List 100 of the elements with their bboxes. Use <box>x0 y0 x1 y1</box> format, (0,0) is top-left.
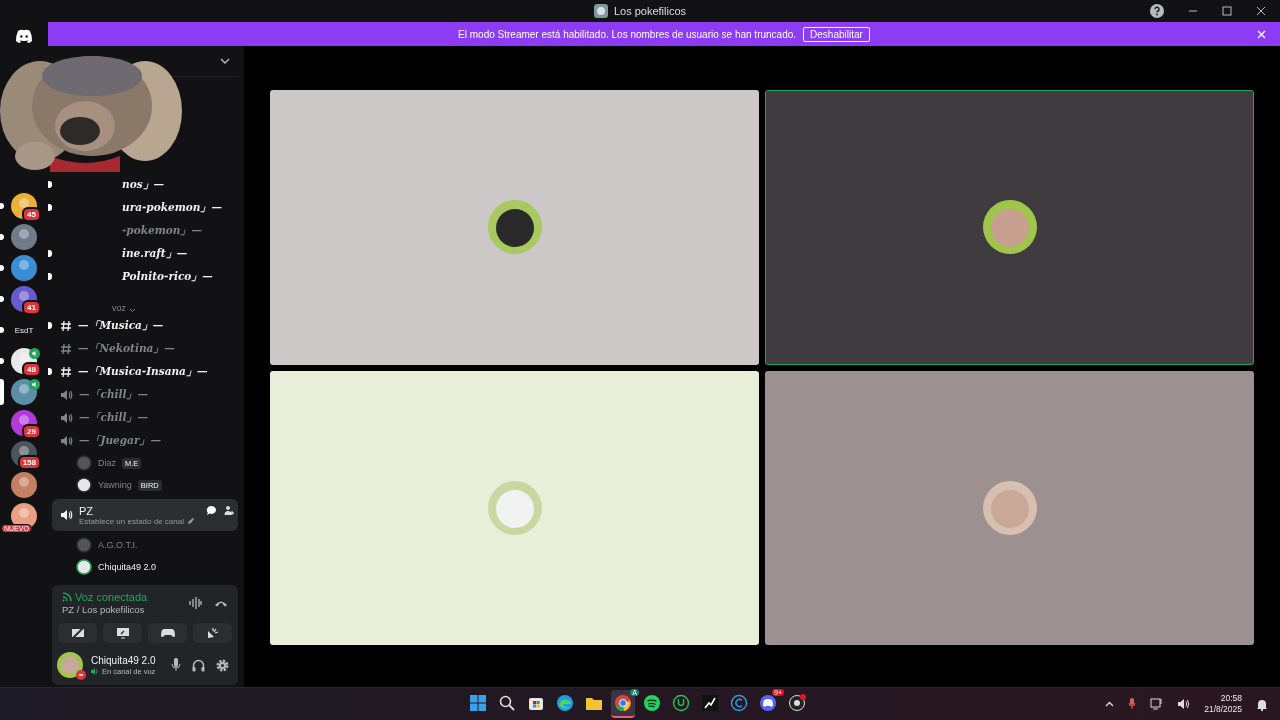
hash-icon <box>60 342 72 355</box>
gamepad-icon <box>160 628 175 638</box>
window-title: Los pokefilicos <box>613 5 687 17</box>
server-item[interactable]: 158 <box>0 441 48 470</box>
dnd-status-icon <box>76 670 86 680</box>
video-tile[interactable] <box>270 370 759 645</box>
channel-item[interactable]: -pokemon」— <box>52 219 238 242</box>
grid-icon <box>469 694 487 712</box>
channel-name: —「Musica-Insana」— <box>78 364 208 379</box>
speaker-icon <box>60 434 73 447</box>
channel-item[interactable]: —「Nekotina」— <box>52 337 238 360</box>
category-label[interactable]: voz <box>112 303 126 313</box>
member-name[interactable]: A.G.O.T.I. <box>98 540 138 550</box>
speaker-icon <box>60 411 73 424</box>
chevron-icon <box>129 308 136 313</box>
member-name[interactable]: Diaz <box>98 458 116 468</box>
channel-name: ine.raft」— <box>122 246 188 261</box>
voice-status: Voz conectada <box>75 591 148 603</box>
channel-name: nos」— <box>122 177 165 192</box>
server-label[interactable]: EsdT <box>14 326 34 335</box>
maximize-icon[interactable] <box>1222 6 1232 16</box>
add-member-icon[interactable] <box>223 505 234 516</box>
video-tile[interactable] <box>765 90 1254 365</box>
screen-share-icon <box>115 627 130 639</box>
speaker-icon <box>91 667 99 675</box>
channel-item[interactable]: —「Juegar」— <box>52 429 238 452</box>
microphone-icon[interactable] <box>1128 698 1137 710</box>
avatar <box>486 479 543 536</box>
sound-waves-icon <box>643 694 661 712</box>
video-tile[interactable] <box>765 370 1254 645</box>
hash-icon <box>60 365 72 378</box>
search-icon <box>498 694 516 712</box>
pencil-icon[interactable] <box>186 517 195 525</box>
avatar[interactable] <box>56 651 84 679</box>
server-item[interactable]: 48 <box>0 348 48 377</box>
channel-name: —「Juegar」— <box>79 433 161 448</box>
mention-badge: 48 <box>22 362 41 377</box>
speaker-icon <box>60 388 73 401</box>
circle-c-icon <box>730 694 748 712</box>
member-name[interactable]: Chiquita49 2.0 <box>98 562 157 572</box>
server-icon <box>593 4 608 18</box>
avatar[interactable] <box>76 559 92 575</box>
channel-item[interactable]: —「chill」— <box>52 383 238 406</box>
share-screen-button[interactable] <box>103 623 142 643</box>
swirl-icon <box>556 694 574 712</box>
mention-badge: 158 <box>17 455 41 470</box>
channel-item[interactable]: PZ Establece un estado de canal <box>52 499 238 531</box>
help-icon[interactable] <box>1150 4 1164 18</box>
video-tile[interactable] <box>270 90 759 365</box>
close-icon[interactable] <box>1256 6 1266 16</box>
chevron-up-icon[interactable] <box>1105 701 1115 707</box>
server-item[interactable]: 29 <box>0 410 48 439</box>
circle-u-icon <box>672 694 690 712</box>
channel-name: —「Musica」— <box>78 318 164 333</box>
hash-icon <box>60 319 72 332</box>
server-icon <box>11 379 37 405</box>
server-icon <box>11 224 37 250</box>
server-icon <box>11 255 37 281</box>
mention-badge: 41 <box>22 300 41 315</box>
headphones-icon[interactable] <box>192 658 205 672</box>
server-item[interactable]: EsdT <box>0 317 48 346</box>
avatar <box>486 199 543 256</box>
server-icon <box>11 472 37 498</box>
disable-button[interactable]: Deshabilitar <box>803 26 870 42</box>
camera-off-icon <box>70 627 85 639</box>
channel-status[interactable]: Establece un estado de canal <box>79 516 184 526</box>
server-item[interactable]: 45 <box>0 193 48 222</box>
avatar[interactable] <box>76 477 92 493</box>
chart-icon <box>701 694 719 712</box>
chevron-icon[interactable] <box>220 58 230 64</box>
mention-badge: 45 <box>22 207 41 222</box>
banner-text: El modo Streamer está habilitado. Los nombres de usuario se han truncado. <box>458 28 797 40</box>
channel-name: PZ <box>79 504 94 517</box>
channel-name: Polnito-rico」— <box>122 269 213 284</box>
soundboard-button[interactable] <box>193 623 232 643</box>
avatar <box>981 199 1038 256</box>
clock-time[interactable]: 20:58 <box>1220 693 1242 704</box>
browser-icon <box>614 694 632 712</box>
channel-item[interactable]: —「chill」— <box>52 406 238 429</box>
settings-icon[interactable] <box>216 658 229 672</box>
server-item[interactable]: 41 <box>0 286 48 315</box>
camera-off-button[interactable] <box>58 623 97 643</box>
channel-name: ura-pokemon」— <box>122 200 222 215</box>
channel-name: —「chill」— <box>79 387 148 402</box>
clock-date[interactable]: 21/8/2025 <box>1204 704 1242 715</box>
chat-icon[interactable] <box>206 505 217 516</box>
disconnect-icon[interactable] <box>214 599 228 607</box>
notification-bell-icon[interactable] <box>1256 697 1268 711</box>
channel-name: —「Nekotina」— <box>78 341 175 356</box>
activity-button[interactable] <box>148 623 187 643</box>
discord-logo-icon[interactable] <box>15 29 33 43</box>
voice-location[interactable]: PZ / Los pokefilicos <box>62 604 177 615</box>
speaker-icon <box>60 509 73 521</box>
user-name[interactable]: Chiquita49 2.0 <box>91 654 160 666</box>
microphone-icon[interactable] <box>171 658 181 672</box>
volume-icon[interactable] <box>1177 698 1191 710</box>
member-name[interactable]: Yawning <box>98 480 132 490</box>
mention-badge: 29 <box>22 424 41 439</box>
network-icon[interactable] <box>1150 698 1164 710</box>
noise-suppression-icon[interactable] <box>189 597 202 609</box>
